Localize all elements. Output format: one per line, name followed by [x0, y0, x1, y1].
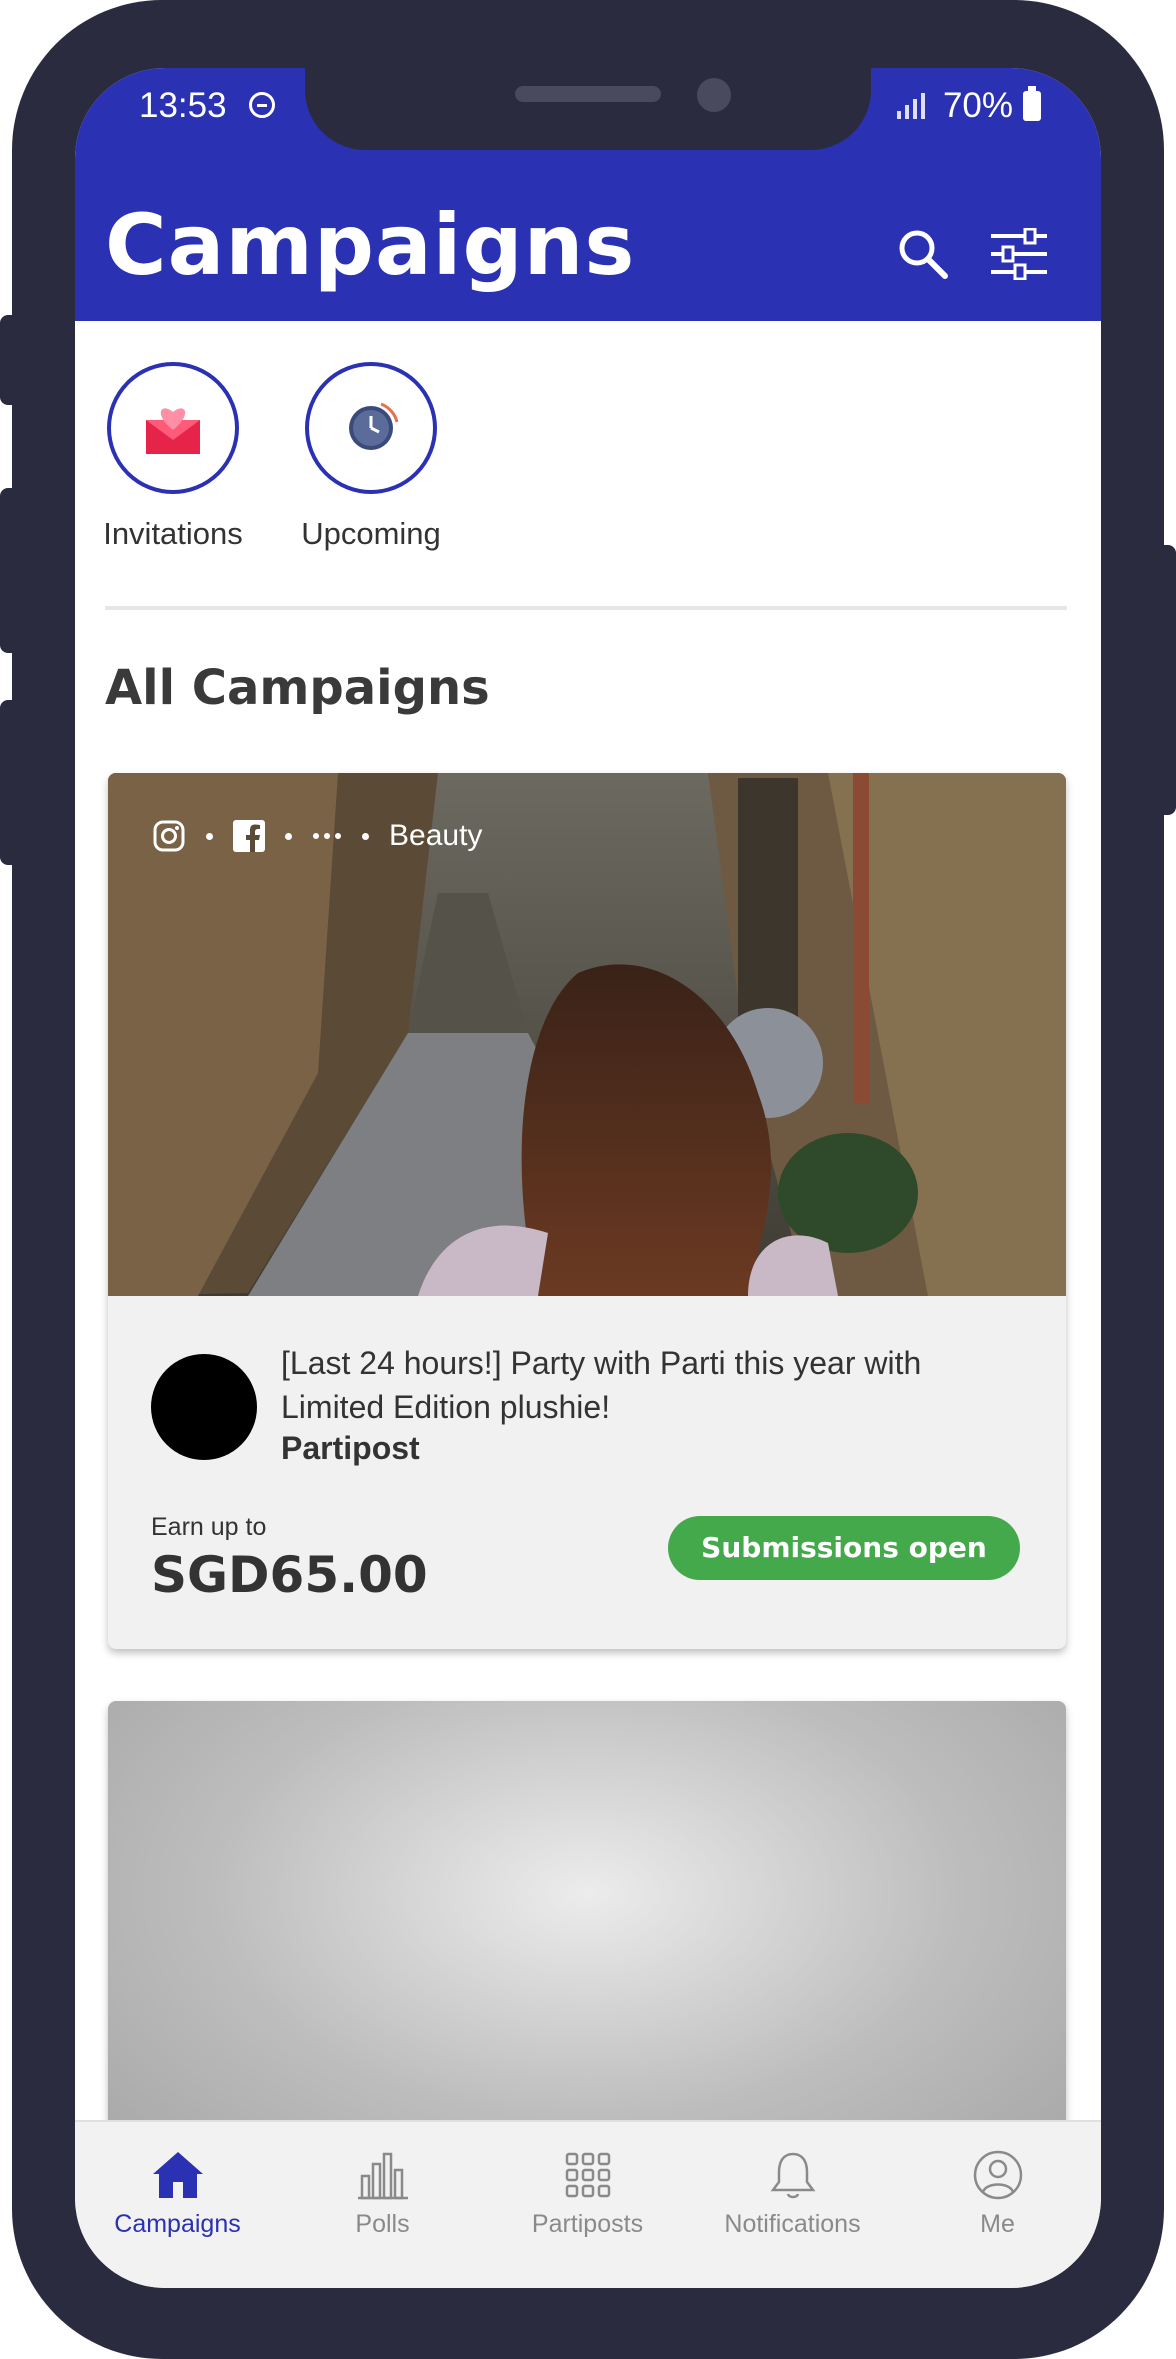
more-icon: [313, 833, 341, 839]
brand-avatar: [151, 1354, 257, 1460]
campaign-title: [Last 24 hours!] Party with Parti this y…: [281, 1345, 922, 1425]
campaign-brand: Partipost: [281, 1430, 420, 1466]
filter-sliders-icon[interactable]: [989, 228, 1049, 280]
campaign-image: Beauty: [108, 773, 1066, 1296]
bar-chart-icon: [357, 2152, 408, 2200]
invitations-shortcut[interactable]: Invitations: [75, 362, 273, 552]
screen: 13:53 70% Campaigns Invitations Upcoming…: [75, 68, 1101, 2288]
invitations-label: Invitations: [103, 516, 243, 551]
campaign-card-placeholder[interactable]: [108, 1701, 1066, 2181]
tab-label: Me: [980, 2210, 1015, 2238]
instagram-icon: [153, 820, 185, 852]
battery-icon: [1023, 86, 1041, 121]
upcoming-label: Upcoming: [301, 516, 441, 551]
facebook-icon: [233, 820, 265, 852]
side-button-right: [1156, 545, 1176, 815]
user-icon: [973, 2150, 1022, 2200]
grid-icon: [565, 2152, 610, 2198]
search-icon[interactable]: [895, 226, 949, 280]
bottom-tab-bar: Campaigns Polls Partiposts Notifications…: [75, 2120, 1101, 2288]
side-button-left-2: [0, 488, 20, 653]
page-title: Campaigns: [105, 196, 636, 294]
bell-icon: [770, 2152, 815, 2199]
invitations-circle: [107, 362, 239, 494]
tab-label: Partiposts: [531, 2210, 644, 2238]
tab-label: Notifications: [724, 2210, 861, 2238]
tab-campaigns[interactable]: Campaigns: [75, 2122, 280, 2288]
side-button-left-3: [0, 700, 20, 865]
upcoming-shortcut[interactable]: Upcoming: [271, 362, 471, 552]
upcoming-circle: [305, 362, 437, 494]
tab-polls[interactable]: Polls: [280, 2122, 485, 2288]
clock-icon: [349, 402, 399, 450]
app-header: 13:53 70% Campaigns: [75, 68, 1101, 321]
campaign-card[interactable]: Beauty [Last 24 hours!] Party with Parti…: [108, 773, 1066, 1649]
submissions-status-badge[interactable]: Submissions open: [668, 1516, 1020, 1580]
earn-label: Earn up to: [151, 1513, 267, 1541]
earn-amount: SGD65.00: [151, 1546, 428, 1604]
front-camera: [697, 78, 731, 112]
speaker: [515, 86, 661, 102]
status-time: 13:53: [139, 86, 227, 125]
separator-dot: [285, 832, 292, 840]
home-icon: [152, 2152, 203, 2198]
side-button-left-1: [0, 315, 20, 405]
battery-percent: 70%: [942, 86, 1013, 125]
separator-dot: [206, 832, 213, 840]
section-title: All Campaigns: [105, 660, 490, 716]
envelope-heart-icon: [146, 408, 200, 454]
campaign-tags: Beauty: [152, 819, 482, 853]
campaign-category: Beauty: [389, 819, 483, 852]
separator-dot: [362, 832, 369, 840]
status-right: 70%: [893, 86, 1041, 126]
signal-icon: [893, 91, 933, 121]
tab-notifications[interactable]: Notifications: [690, 2122, 895, 2288]
notch: [305, 68, 871, 150]
tab-me[interactable]: Me: [895, 2122, 1100, 2288]
tab-label: Polls: [355, 2210, 410, 2238]
tab-partiposts[interactable]: Partiposts: [485, 2122, 690, 2288]
do-not-disturb-icon: [249, 92, 275, 118]
tab-label: Campaigns: [114, 2210, 241, 2238]
divider: [105, 606, 1067, 610]
